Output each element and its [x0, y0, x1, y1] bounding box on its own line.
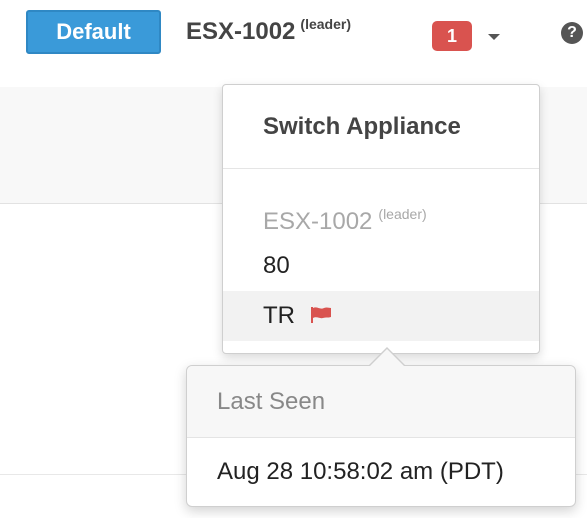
- current-appliance-name: ESX-1002: [263, 208, 373, 235]
- switch-appliance-dropdown: Switch Appliance ESX-1002 (leader) 80 TR: [222, 84, 540, 354]
- tooltip-arrow-fill: [369, 349, 405, 367]
- dropdown-item-label: TR: [263, 302, 295, 329]
- last-seen-tooltip: Last Seen Aug 28 10:58:02 am (PDT): [186, 347, 576, 507]
- appliance-role: (leader): [300, 16, 351, 32]
- dropdown-divider: [223, 168, 539, 169]
- help-icon[interactable]: ?: [561, 22, 583, 44]
- alert-count-badge[interactable]: 1: [432, 21, 472, 51]
- tooltip-title: Last Seen: [187, 366, 575, 438]
- dropdown-item-80[interactable]: 80: [223, 241, 539, 291]
- flag-icon: [310, 306, 331, 323]
- appliance-name: ESX-1002: [186, 18, 296, 45]
- dropdown-item-tr[interactable]: TR: [223, 291, 539, 341]
- dropdown-item-label: 80: [263, 252, 290, 279]
- default-view-button[interactable]: Default: [26, 10, 161, 54]
- page: Default ESX-1002 (leader) 1 ? Switch Appl…: [0, 0, 587, 518]
- last-seen-value: Aug 28 10:58:02 am (PDT): [217, 458, 504, 485]
- caret-down-icon[interactable]: [488, 34, 500, 40]
- current-appliance-role: (leader): [378, 206, 427, 222]
- dropdown-title: Switch Appliance: [263, 113, 461, 140]
- appliance-switcher-toggle[interactable]: ESX-1002 (leader): [186, 16, 351, 46]
- dropdown-item-current: ESX-1002 (leader): [223, 189, 539, 239]
